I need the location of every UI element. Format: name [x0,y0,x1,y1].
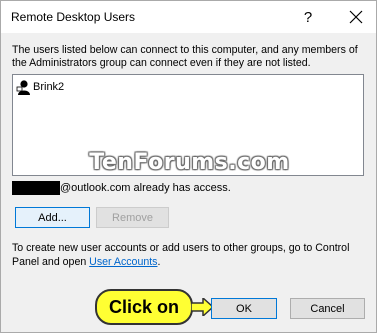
title-bar: Remote Desktop Users ? [1,1,376,33]
close-icon[interactable] [336,1,376,33]
remove-button[interactable]: Remove [96,207,169,228]
user-accounts-link[interactable]: User Accounts [89,256,157,268]
add-button[interactable]: Add... [15,207,90,228]
user-icon [16,79,32,95]
create-accounts-text: To create new user accounts or add users… [12,241,368,269]
help-icon[interactable]: ? [288,1,328,33]
cancel-button[interactable]: Cancel [290,298,365,319]
redacted-email [12,181,60,195]
description-text: The users listed below can connect to th… [12,44,358,69]
list-item[interactable]: Brink2 [16,79,64,95]
window-title: Remote Desktop Users [11,10,136,24]
user-name: Brink2 [33,81,65,93]
access-status: @outlook.com already has access. [12,181,231,195]
ok-button[interactable]: OK [211,298,277,319]
create-text-before: To create new user accounts or add users… [12,242,350,268]
access-text: @outlook.com already has access. [60,182,231,194]
arrow-icon [191,298,213,316]
watermark: TenForums.com [89,150,290,175]
click-on-callout: Click on [95,289,193,325]
remote-desktop-users-dialog: Remote Desktop Users ? The users listed … [0,0,377,333]
create-text-after: . [157,256,161,268]
help-glyph: ? [303,8,313,26]
